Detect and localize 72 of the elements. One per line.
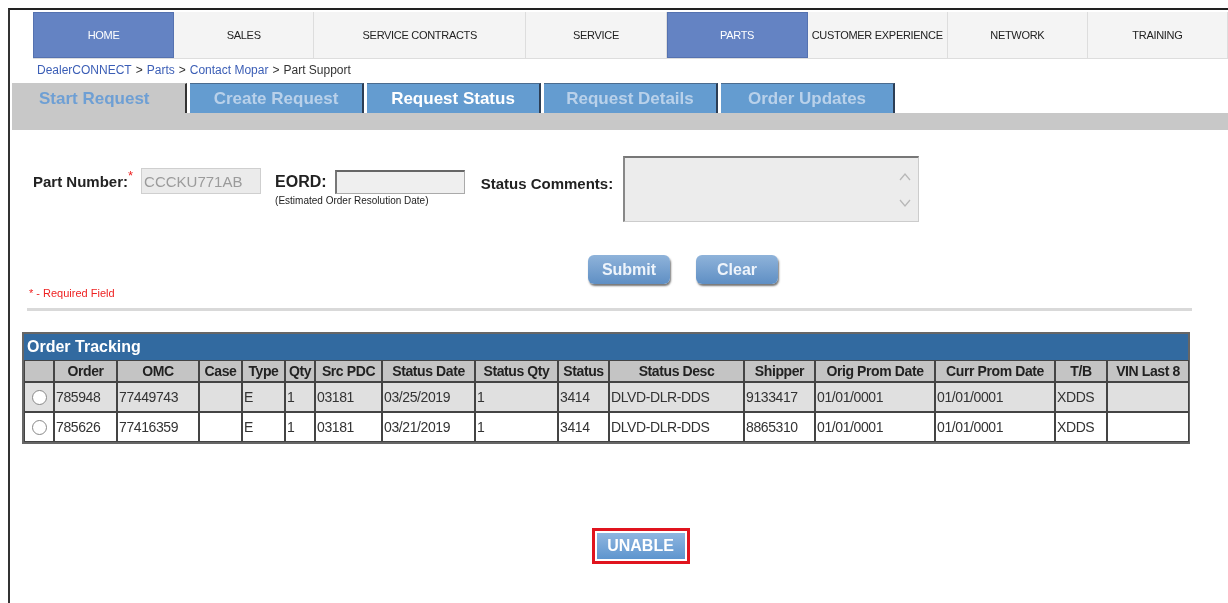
field-hint: (Estimated Order Resolution Date) bbox=[275, 195, 430, 206]
table-cell: 01/01/0001 bbox=[817, 389, 884, 405]
table-cell: XDDS bbox=[1057, 419, 1095, 435]
form-button[interactable]: Submit bbox=[588, 255, 670, 284]
required-field-note: * - Required Field bbox=[29, 287, 116, 299]
comments-field[interactable] bbox=[623, 156, 920, 222]
table-cell: E bbox=[244, 389, 253, 405]
required-mark: * bbox=[128, 168, 134, 183]
table-cell: 03/21/2019 bbox=[384, 419, 451, 435]
table-cell: 8865310 bbox=[746, 419, 798, 435]
table-cell: XDDS bbox=[1057, 389, 1095, 405]
eord-field[interactable] bbox=[334, 170, 465, 194]
column-header: Qty bbox=[288, 363, 312, 379]
nav-item[interactable]: SERVICE bbox=[526, 12, 667, 58]
table-cell: DLVD-DLR-DDS bbox=[611, 419, 710, 435]
column-header: Status Date bbox=[392, 363, 465, 379]
column-header: Case bbox=[204, 363, 237, 379]
table-cell: 3414 bbox=[560, 419, 590, 435]
table-cell: 03/25/2019 bbox=[384, 389, 451, 405]
tab[interactable]: Request Status bbox=[367, 83, 541, 113]
breadcrumb-text: > bbox=[178, 63, 186, 77]
column-header: Order bbox=[67, 363, 104, 379]
table-cell: 01/01/0001 bbox=[937, 419, 1004, 435]
column-header: Status Qty bbox=[483, 363, 550, 379]
table-cell: 1 bbox=[287, 419, 295, 435]
column-header: Type bbox=[248, 363, 279, 379]
breadcrumb-link[interactable]: DealerCONNECT bbox=[37, 63, 132, 77]
table-cell: 785948 bbox=[56, 389, 101, 405]
unable-button[interactable]: UNABLE bbox=[596, 533, 685, 559]
radio-button[interactable] bbox=[31, 420, 47, 436]
column-header: Status bbox=[563, 363, 604, 379]
part-number-field[interactable]: CCCKU771AB bbox=[141, 168, 262, 194]
field-label: Part Number: bbox=[33, 172, 129, 190]
form-button[interactable]: Clear bbox=[696, 255, 778, 284]
table-cell: 9133417 bbox=[746, 389, 798, 405]
column-header: Status Desc bbox=[638, 363, 715, 379]
table-cell: 3414 bbox=[560, 389, 590, 405]
table-cell: 01/01/0001 bbox=[937, 389, 1004, 405]
nav-item[interactable]: HOME bbox=[33, 12, 175, 58]
table-cell: 1 bbox=[287, 389, 295, 405]
breadcrumb-text: Part Support bbox=[283, 63, 351, 77]
nav-item[interactable]: CUSTOMER EXPERIENCE bbox=[807, 12, 948, 58]
table-cell: 03181 bbox=[317, 419, 354, 435]
breadcrumb-text: > bbox=[135, 63, 143, 77]
table-cell: 77416359 bbox=[119, 419, 179, 435]
table-cell: E bbox=[244, 419, 253, 435]
table-cell: 1 bbox=[477, 419, 485, 435]
nav-item[interactable]: TRAINING bbox=[1087, 12, 1228, 58]
table-cell: 77449743 bbox=[119, 389, 179, 405]
field-label: EORD: bbox=[275, 173, 327, 191]
field-label: Status Comments: bbox=[480, 175, 614, 192]
nav-item[interactable]: NETWORK bbox=[947, 12, 1088, 58]
nav-item[interactable]: PARTS bbox=[666, 12, 808, 58]
radio-button[interactable] bbox=[31, 390, 47, 406]
column-header: Curr Prom Date bbox=[946, 363, 1044, 379]
column-header: Shipper bbox=[754, 363, 805, 379]
table-cell: 1 bbox=[477, 389, 485, 405]
column-header: Orig Prom Date bbox=[826, 363, 924, 379]
table-cell: 01/01/0001 bbox=[817, 419, 884, 435]
table-cell: 785626 bbox=[56, 419, 101, 435]
table-cell: 03181 bbox=[317, 389, 354, 405]
column-header: T/B bbox=[1070, 363, 1092, 379]
breadcrumb-link[interactable]: Parts bbox=[146, 63, 175, 77]
table-cell: DLVD-DLR-DDS bbox=[611, 389, 710, 405]
column-header: VIN Last 8 bbox=[1116, 363, 1180, 379]
table-title: Order Tracking bbox=[24, 334, 1188, 360]
column-header: OMC bbox=[142, 363, 174, 379]
nav-item[interactable]: SERVICE CONTRACTS bbox=[314, 12, 527, 58]
breadcrumb-link[interactable]: Contact Mopar bbox=[189, 63, 269, 77]
column-header: Src PDC bbox=[321, 363, 376, 379]
breadcrumb-text: > bbox=[272, 63, 280, 77]
nav-item[interactable]: SALES bbox=[174, 12, 315, 58]
